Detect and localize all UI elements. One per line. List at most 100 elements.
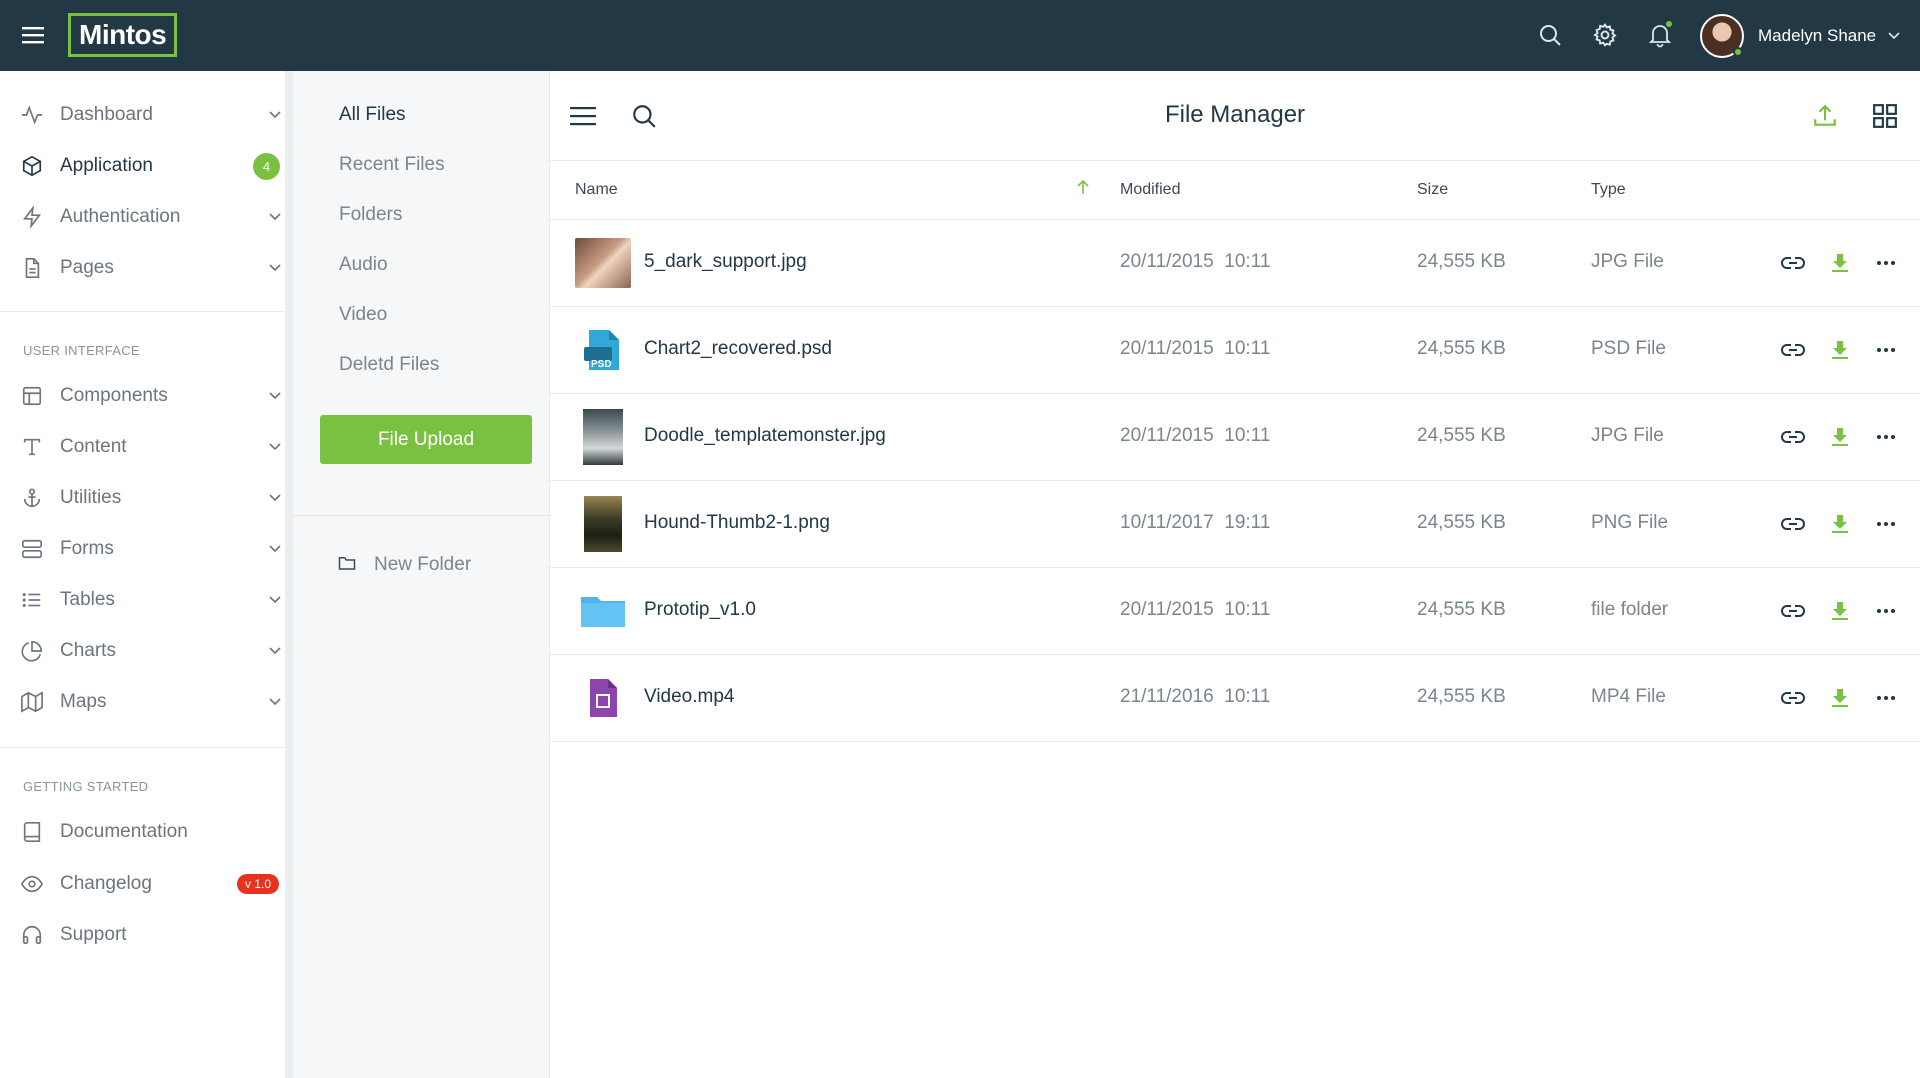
sidebar-item-label: Documentation: [60, 821, 188, 842]
file-name[interactable]: Doodle_templatemonster.jpg: [644, 425, 886, 447]
table-row[interactable]: Video.mp4 21/11/2016 10:11 24,555 KB MP4…: [550, 655, 1920, 742]
link-icon[interactable]: [1780, 685, 1806, 711]
file-modified: 20/11/2015 10:11: [1120, 599, 1270, 621]
table-row[interactable]: Doodle_templatemonster.jpg 20/11/2015 10…: [550, 394, 1920, 481]
more-options-icon[interactable]: [1873, 250, 1899, 276]
video-file-icon: [575, 672, 631, 724]
column-header-modified[interactable]: Modified: [1120, 181, 1180, 199]
file-name[interactable]: 5_dark_support.jpg: [644, 251, 807, 273]
sidebar-item-label: Support: [60, 924, 127, 945]
logo[interactable]: Mintos: [68, 13, 178, 57]
link-icon[interactable]: [1780, 511, 1806, 537]
pie-chart-icon: [20, 639, 44, 663]
chevron-down-icon: [268, 440, 282, 454]
top-bar: Mintos Madelyn Shane: [0, 0, 1920, 71]
link-icon[interactable]: [1780, 598, 1806, 624]
new-folder-button[interactable]: New Folder: [338, 551, 471, 579]
table-row[interactable]: Hound-Thumb2-1.png 10/11/2017 19:11 24,5…: [550, 481, 1920, 568]
sidebar-item-support[interactable]: Support: [0, 913, 285, 957]
table-row[interactable]: 5_dark_support.jpg 20/11/2015 10:11 24,5…: [550, 220, 1920, 307]
chevron-down-icon: [268, 695, 282, 709]
sidebar-item-label: Authentication: [60, 206, 181, 227]
layout-icon: [20, 384, 44, 408]
file-filters-panel: All Files Recent Files Folders Audio Vid…: [293, 71, 550, 1078]
download-icon[interactable]: [1827, 424, 1853, 450]
sidebar-item-tables[interactable]: Tables: [0, 578, 285, 622]
download-icon[interactable]: [1827, 511, 1853, 537]
column-header-size[interactable]: Size: [1417, 181, 1448, 199]
chevron-down-icon: [268, 108, 282, 122]
hamburger-menu-icon[interactable]: [20, 22, 46, 48]
more-options-icon[interactable]: [1873, 424, 1899, 450]
search-icon[interactable]: [1535, 20, 1565, 50]
more-options-icon[interactable]: [1873, 337, 1899, 363]
user-menu[interactable]: Madelyn Shane: [1700, 14, 1900, 58]
sidebar-item-dashboard[interactable]: Dashboard: [0, 93, 285, 137]
divider: [293, 515, 549, 516]
lightning-icon: [20, 205, 44, 229]
more-options-icon[interactable]: [1873, 511, 1899, 537]
filter-audio[interactable]: Audio: [339, 254, 388, 276]
filter-deleted-files[interactable]: Deletd Files: [339, 354, 439, 376]
sidebar-item-maps[interactable]: Maps: [0, 680, 285, 724]
modified-time: 10:11: [1224, 251, 1271, 272]
sidebar-item-label: Pages: [60, 257, 114, 278]
modified-time: 19:11: [1224, 512, 1271, 533]
download-icon[interactable]: [1827, 685, 1853, 711]
download-icon[interactable]: [1827, 337, 1853, 363]
table-row[interactable]: Prototip_v1.0 20/11/2015 10:11 24,555 KB…: [550, 568, 1920, 655]
filter-recent-files[interactable]: Recent Files: [339, 154, 445, 176]
sort-ascending-icon[interactable]: [1075, 179, 1091, 195]
sidebar-item-application[interactable]: Application 4: [0, 144, 285, 188]
chevron-down-icon: [268, 261, 282, 275]
modified-date: 20/11/2015: [1120, 251, 1214, 272]
sidebar-item-content[interactable]: Content: [0, 425, 285, 469]
link-icon[interactable]: [1780, 250, 1806, 276]
filter-video[interactable]: Video: [339, 304, 387, 326]
filter-all-files[interactable]: All Files: [339, 104, 406, 126]
more-options-icon[interactable]: [1873, 598, 1899, 624]
sidebar-item-changelog[interactable]: Changelog v 1.0: [0, 862, 285, 906]
table-row[interactable]: PSD Chart2_recovered.psd 20/11/2015 10:1…: [550, 307, 1920, 394]
file-name[interactable]: Chart2_recovered.psd: [644, 338, 832, 360]
download-icon[interactable]: [1827, 250, 1853, 276]
chevron-down-icon: [268, 644, 282, 658]
box-icon: [20, 154, 44, 178]
column-header-type[interactable]: Type: [1591, 181, 1626, 199]
server-icon: [20, 537, 44, 561]
more-options-icon[interactable]: [1873, 685, 1899, 711]
modified-date: 20/11/2015: [1120, 425, 1214, 446]
online-status-dot: [1733, 47, 1743, 57]
download-icon[interactable]: [1827, 598, 1853, 624]
bell-icon[interactable]: [1645, 20, 1675, 50]
file-upload-button[interactable]: File Upload: [320, 415, 532, 464]
sidebar-item-pages[interactable]: Pages: [0, 246, 285, 290]
file-modified: 21/11/2016 10:11: [1120, 686, 1270, 708]
file-name[interactable]: Hound-Thumb2-1.png: [644, 512, 830, 534]
book-icon: [20, 820, 44, 844]
grid-view-icon[interactable]: [1870, 101, 1900, 131]
sidebar-item-authentication[interactable]: Authentication: [0, 195, 285, 239]
upload-icon[interactable]: [1810, 101, 1840, 131]
file-size: 24,555 KB: [1417, 599, 1506, 620]
filter-folders[interactable]: Folders: [339, 204, 402, 226]
link-icon[interactable]: [1780, 424, 1806, 450]
sidebar-item-label: Tables: [60, 589, 115, 610]
column-header-name[interactable]: Name: [575, 181, 618, 199]
file-type: JPG File: [1591, 251, 1664, 272]
sidebar-item-label: Dashboard: [60, 104, 153, 125]
sidebar-item-documentation[interactable]: Documentation: [0, 810, 285, 854]
sidebar-item-components[interactable]: Components: [0, 374, 285, 418]
file-name[interactable]: Video.mp4: [644, 686, 735, 708]
sidebar-item-charts[interactable]: Charts: [0, 629, 285, 673]
modified-date: 20/11/2015: [1120, 599, 1214, 620]
sidebar-item-utilities[interactable]: Utilities: [0, 476, 285, 520]
sidebar: Dashboard Application 4 Authentication P…: [0, 71, 293, 1078]
link-icon[interactable]: [1780, 337, 1806, 363]
anchor-icon: [20, 486, 44, 510]
list-icon: [20, 588, 44, 612]
sidebar-item-forms[interactable]: Forms: [0, 527, 285, 571]
gear-icon[interactable]: [1590, 20, 1620, 50]
chevron-down-icon: [268, 542, 282, 556]
file-name[interactable]: Prototip_v1.0: [644, 599, 756, 621]
